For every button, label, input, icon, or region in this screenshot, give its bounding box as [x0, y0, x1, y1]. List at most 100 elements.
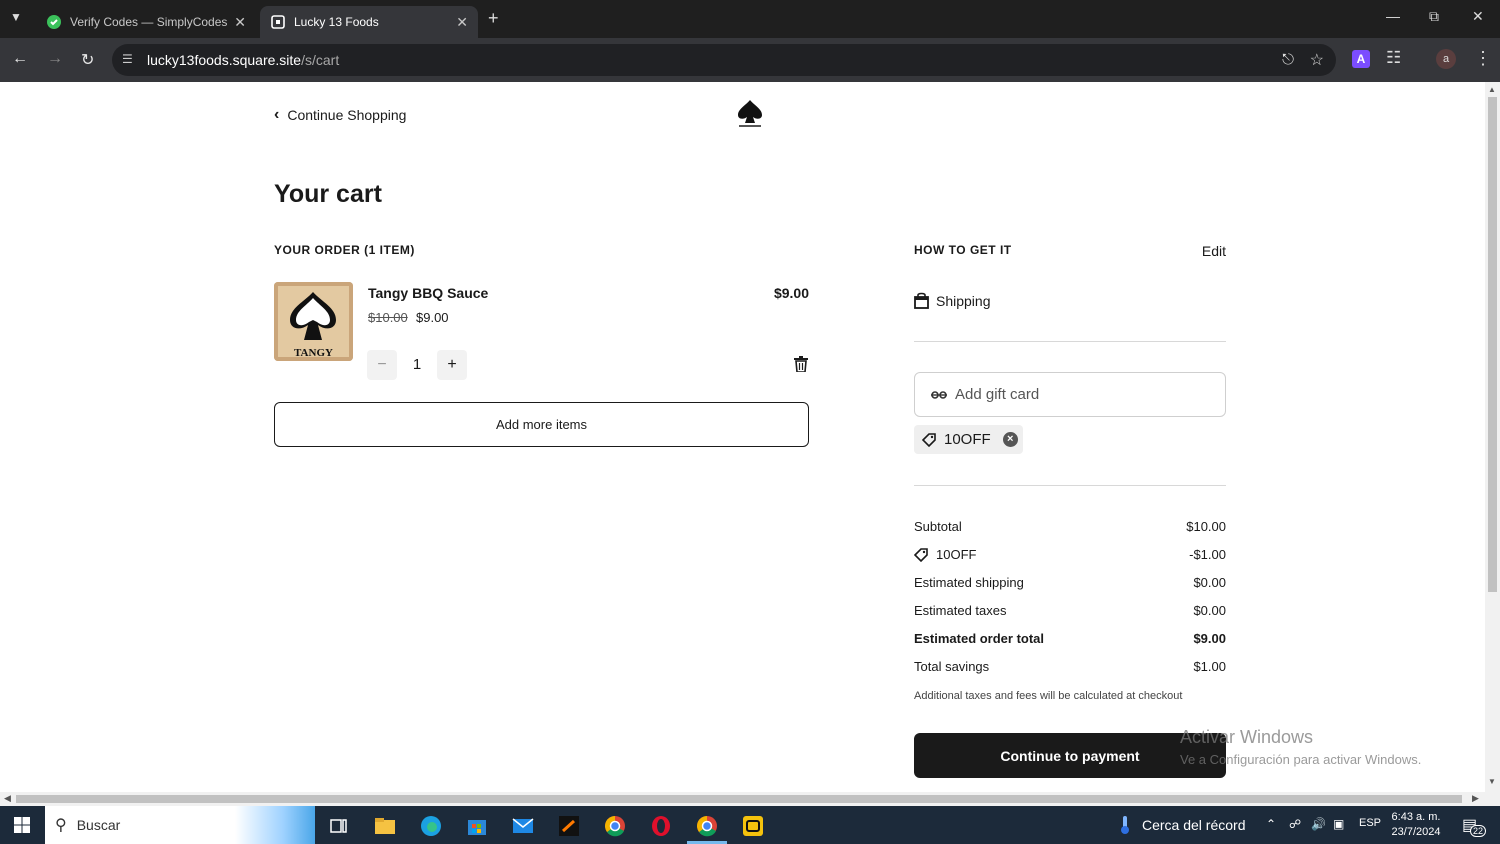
- install-app-icon[interactable]: ⎋: [1282, 51, 1294, 68]
- divider: [914, 485, 1226, 486]
- lucky13-logo-icon[interactable]: [735, 98, 765, 130]
- horizontal-scrollbar[interactable]: ◀ ▶: [0, 792, 1485, 806]
- savings-label: Total savings: [914, 659, 990, 674]
- windows-activation-watermark: Activar Windows Ve a Configuración para …: [1180, 727, 1421, 767]
- product-image[interactable]: TANGY: [274, 282, 353, 361]
- item-name[interactable]: Tangy BBQ Sauce: [368, 285, 488, 301]
- savings-value: $1.00: [1193, 659, 1226, 674]
- gift-card-icon: [931, 390, 947, 399]
- edit-fulfillment-link[interactable]: Edit: [1180, 243, 1226, 259]
- weather-widget[interactable]: Cerca del récord: [1120, 816, 1246, 834]
- how-to-get-it-heading: HOW TO GET IT: [914, 243, 1012, 257]
- scroll-down-icon[interactable]: ▼: [1488, 777, 1496, 786]
- tab-title: Verify Codes — SimplyCodes: [70, 15, 228, 29]
- tab-search-icon[interactable]: ▼: [10, 10, 22, 24]
- order-total-row: Estimated order total $9.00: [914, 631, 1226, 646]
- tab-lucky-13-foods[interactable]: Lucky 13 Foods ✕: [260, 6, 478, 38]
- windows-taskbar: ⚲ Buscar Cerca del récord ⌃ ☍ 🔊 ▣ ESP 6:…: [0, 806, 1500, 844]
- subtotal-label: Subtotal: [914, 519, 962, 534]
- shipping-bag-icon: [914, 292, 929, 309]
- taxes-label: Estimated taxes: [914, 603, 1007, 618]
- address-bar[interactable]: ☰ lucky13foods.square.site/s/cart ⎋ ☆: [112, 44, 1336, 76]
- coupon-code: 10OFF: [944, 431, 991, 448]
- taxes-value: $0.00: [1193, 603, 1226, 618]
- volume-icon[interactable]: 🔊: [1311, 817, 1326, 831]
- scroll-up-icon[interactable]: ▲: [1488, 85, 1496, 94]
- site-info-icon[interactable]: ☰: [122, 52, 133, 66]
- browser-menu-icon[interactable]: ⋮: [1474, 48, 1492, 69]
- square-favicon-icon: [270, 14, 286, 30]
- simplycodes-favicon-icon: [46, 14, 62, 30]
- item-line-total: $9.00: [773, 285, 809, 301]
- microsoft-store-icon[interactable]: [466, 815, 488, 837]
- task-view-icon[interactable]: [328, 815, 350, 837]
- taskbar-search[interactable]: ⚲ Buscar: [45, 806, 315, 844]
- tab-title: Lucky 13 Foods: [294, 15, 379, 29]
- thermometer-icon: [1121, 816, 1129, 834]
- item-sale-price: $9.00: [416, 310, 449, 325]
- remove-coupon-icon[interactable]: ×: [1002, 432, 1018, 447]
- extension-a-icon[interactable]: A: [1352, 50, 1370, 68]
- watermark-title: Activar Windows: [1180, 727, 1314, 747]
- savings-row: Total savings $1.00: [914, 659, 1226, 674]
- reload-icon[interactable]: ↻: [81, 50, 94, 70]
- back-icon[interactable]: ←: [12, 50, 28, 68]
- forward-icon[interactable]: →: [47, 50, 63, 68]
- meet-now-icon[interactable]: ☍: [1289, 817, 1301, 831]
- windows-start-icon[interactable]: [14, 817, 30, 833]
- close-tab-icon[interactable]: ✕: [456, 14, 468, 31]
- applied-coupon-chip: 10OFF ×: [914, 425, 1023, 454]
- horizontal-scroll-thumb[interactable]: [16, 795, 1462, 803]
- restore-icon[interactable]: ⧉: [1429, 8, 1439, 25]
- vertical-scroll-thumb[interactable]: [1488, 97, 1497, 592]
- chevron-left-icon: ‹: [274, 106, 280, 123]
- profile-avatar[interactable]: a: [1436, 49, 1456, 69]
- page-title: Your cart: [274, 180, 382, 208]
- shipping-row: Estimated shipping $0.00: [914, 575, 1226, 590]
- scrollbar-corner: [1485, 792, 1500, 806]
- edge-browser-icon[interactable]: [420, 815, 442, 837]
- discount-label: 10OFF: [936, 547, 977, 562]
- clock-time: 6:43 a. m.: [1391, 811, 1441, 823]
- notification-center-icon[interactable]: ▤ 22: [1462, 815, 1487, 837]
- gift-card-input[interactable]: Add gift card: [914, 372, 1226, 417]
- browser-tab-bar: ▼ Verify Codes — SimplyCodes ✕ Lucky 13 …: [0, 0, 1500, 38]
- scroll-right-icon[interactable]: ▶: [1472, 793, 1479, 804]
- mail-icon[interactable]: [512, 815, 534, 837]
- terminal-app-icon[interactable]: [558, 815, 580, 837]
- shipping-method-label: Shipping: [936, 293, 991, 309]
- system-clock[interactable]: 6:43 a. m. 23/7/2024: [1386, 810, 1446, 840]
- quantity-value: 1: [412, 356, 422, 373]
- opera-icon[interactable]: [650, 815, 672, 837]
- scrapbook-app-icon[interactable]: [742, 815, 764, 837]
- show-hidden-icons-icon[interactable]: ⌃: [1266, 817, 1276, 831]
- continue-shopping-link[interactable]: ‹ Continue Shopping: [274, 106, 406, 124]
- tab-verify-codes[interactable]: Verify Codes — SimplyCodes ✕: [36, 6, 256, 38]
- trash-icon[interactable]: [794, 356, 808, 372]
- total-value: $9.00: [1193, 631, 1226, 646]
- new-tab-icon[interactable]: +: [488, 8, 499, 29]
- extensions-puzzle-icon[interactable]: ☷: [1386, 48, 1401, 68]
- bookmark-star-icon[interactable]: ☆: [1310, 50, 1324, 70]
- close-window-icon[interactable]: ✕: [1472, 8, 1484, 25]
- chrome-profile-icon[interactable]: [696, 815, 718, 837]
- discount-value: -$1.00: [1189, 547, 1226, 562]
- decrease-quantity-button[interactable]: −: [367, 350, 397, 380]
- weather-text: Cerca del récord: [1142, 817, 1246, 833]
- shipping-label: Estimated shipping: [914, 575, 1024, 590]
- network-icon[interactable]: ▣: [1333, 817, 1344, 831]
- vertical-scrollbar[interactable]: ▲ ▼: [1485, 82, 1500, 792]
- scroll-left-icon[interactable]: ◀: [4, 793, 11, 804]
- taskbar-search-placeholder: Buscar: [76, 817, 121, 833]
- browser-toolbar: ← → ↻ ☰ lucky13foods.square.site/s/cart …: [0, 38, 1500, 82]
- add-more-items-button[interactable]: Add more items: [274, 402, 809, 447]
- url-text[interactable]: lucky13foods.square.site/s/cart: [147, 52, 339, 68]
- language-indicator[interactable]: ESP: [1359, 817, 1381, 829]
- clock-date: 23/7/2024: [1391, 826, 1441, 838]
- watermark-subtitle: Ve a Configuración para activar Windows.: [1180, 752, 1422, 767]
- chrome-icon[interactable]: [604, 815, 626, 837]
- close-tab-icon[interactable]: ✕: [234, 14, 246, 31]
- increase-quantity-button[interactable]: +: [437, 350, 467, 380]
- file-explorer-icon[interactable]: [374, 815, 396, 837]
- minimize-icon[interactable]: —: [1386, 8, 1400, 24]
